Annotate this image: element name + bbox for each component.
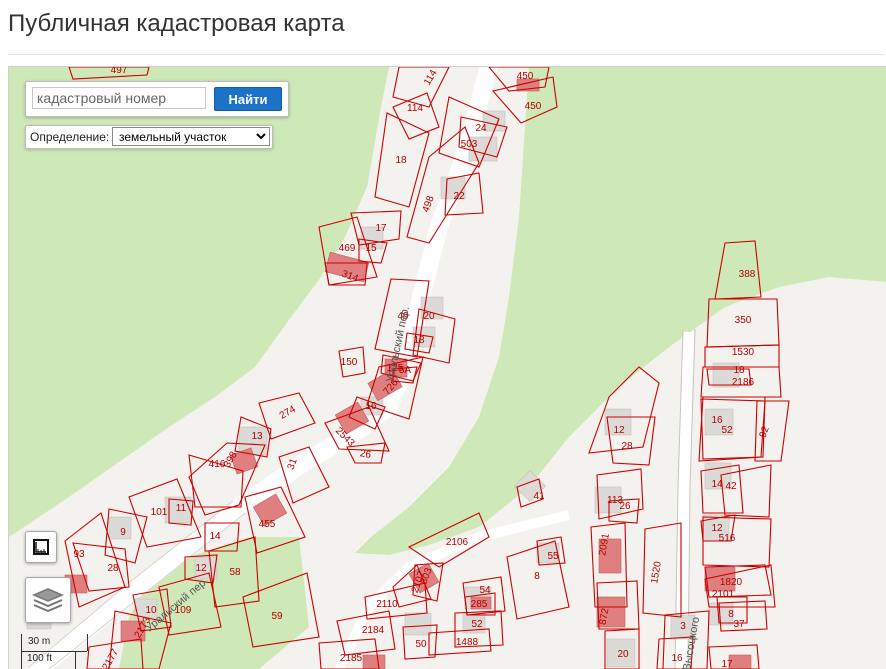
parcel-number-label[interactable]: 11 [176, 503, 187, 514]
parcel-number-label[interactable]: 150 [341, 357, 358, 368]
parcel-number-label[interactable]: 37 [733, 619, 745, 630]
parcel-number-label[interactable]: 8 [534, 571, 540, 582]
find-button[interactable]: Найти [214, 87, 282, 111]
parcel-number-label[interactable]: 26 [359, 448, 372, 461]
parcel-number-label[interactable]: 3 [680, 621, 686, 632]
parcel-number-label[interactable]: 18 [395, 155, 407, 166]
parcel-number-label[interactable]: 498 [421, 194, 437, 214]
map-view[interactable]: 497 114 450 450 114 18 503 24 498 22 17 469 15 314 49 2… [8, 66, 886, 669]
parcel-number-label[interactable]: 58 [229, 567, 241, 578]
parcel-number-label[interactable]: 12 [195, 563, 207, 574]
parcel-number-label[interactable]: 24 [475, 123, 487, 134]
parcel-number-label[interactable]: 15 [365, 243, 377, 254]
page-title: Публичная кадастровая карта [8, 10, 345, 37]
parcel-number-label[interactable]: 52 [471, 619, 483, 630]
parcel-number-label[interactable]: 285 [471, 599, 488, 610]
parcel-number-label[interactable]: 1820 [720, 577, 743, 588]
layers-icon [32, 588, 64, 613]
cadastral-number-input[interactable] [32, 87, 206, 109]
parcel-number-label[interactable]: 59 [271, 611, 283, 622]
parcel-number-label[interactable]: 18 [413, 335, 425, 346]
parcel-boundary[interactable] [392, 67, 450, 108]
search-panel: Найти [25, 81, 289, 117]
parcel-number-label[interactable]: 450 [517, 71, 534, 82]
parcel-number-label[interactable]: 497 [111, 67, 128, 76]
parcel-number-label[interactable]: 16 [365, 401, 377, 412]
parcel-number-label[interactable]: 9 [120, 527, 126, 538]
parcel-number-label[interactable]: 2101 [712, 589, 735, 600]
parcel-number-label[interactable]: 350 [735, 315, 752, 326]
parcel-number-label[interactable]: 2184 [362, 625, 385, 636]
parcel-number-label[interactable]: 42 [725, 481, 737, 492]
definition-panel: Определение: земельный участок [25, 125, 273, 149]
parcel-number-label[interactable]: 114 [407, 103, 423, 114]
parcel-number-label[interactable]: 28 [107, 563, 119, 574]
parcel-number-label[interactable]: 469 [339, 243, 356, 254]
definition-label: Определение: [30, 130, 110, 144]
parcel-number-label[interactable]: 2106 [446, 537, 469, 548]
parcel-number-label[interactable]: 450 [525, 101, 542, 112]
parcel-number-label[interactable]: 2110 [376, 599, 398, 610]
layers-button[interactable] [25, 577, 71, 623]
parcel-number-label[interactable]: 52 [721, 425, 733, 436]
scale-metric-label: 30 m [28, 636, 51, 647]
parcel-number-label[interactable]: 516 [719, 533, 736, 544]
parcel-number-label[interactable]: 8 [728, 609, 734, 620]
parcel-number-label[interactable]: 1520 [649, 560, 664, 584]
parcel-number-label[interactable]: 41 [533, 491, 545, 502]
parcel-number-label[interactable]: 22 [453, 191, 465, 202]
definition-select[interactable]: земельный участок [112, 127, 270, 146]
parcel-number-label[interactable]: 416 [209, 459, 226, 470]
parcel-number-label[interactable]: 101 [151, 507, 168, 518]
scale-imperial-label: 100 ft [27, 653, 53, 664]
scale-bar: 30 m 100 ft [21, 634, 91, 669]
parcel-number-label[interactable]: 20 [617, 649, 629, 660]
parcel-number-label[interactable]: 388 [739, 269, 756, 280]
parcel-number-label[interactable]: 455 [259, 519, 276, 530]
parcel-number-label[interactable]: 26 [619, 501, 631, 512]
scale-tick-imperial [75, 651, 76, 669]
parcel-number-label[interactable]: 2185 [340, 653, 363, 664]
parcel-number-label[interactable]: 17 [375, 223, 387, 234]
ruler-icon [33, 539, 49, 555]
ruler-button[interactable] [25, 531, 57, 563]
parcel-number-label[interactable]: 114 [422, 68, 440, 88]
parcel-number-label[interactable]: 12 [613, 425, 625, 436]
title-divider [8, 54, 884, 55]
map-canvas[interactable]: 497 114 4504501141850324498 2217469 1531449 2… [9, 67, 886, 669]
parcel-number-label[interactable]: 92 [758, 425, 772, 440]
parcel-number-label[interactable]: 1530 [732, 347, 755, 358]
parcel-number-label[interactable]: 1488 [456, 637, 479, 648]
scale-rule [21, 651, 87, 652]
parcel-number-label[interactable]: 18 [733, 365, 745, 376]
parcel-number-label[interactable]: 2177 [101, 647, 122, 669]
parcel-number-label[interactable]: 5А [399, 365, 412, 376]
parcel-number-label[interactable]: 50 [415, 639, 427, 650]
scale-tick-metric [87, 634, 88, 651]
parcel-number-label[interactable]: 13 [251, 431, 263, 442]
parcel-number-label[interactable]: 14 [209, 531, 221, 542]
parcel-number-label[interactable]: 28 [621, 441, 633, 452]
parcel-number-label[interactable]: 274 [278, 404, 298, 422]
parcel-number-label[interactable]: 20 [423, 311, 435, 322]
